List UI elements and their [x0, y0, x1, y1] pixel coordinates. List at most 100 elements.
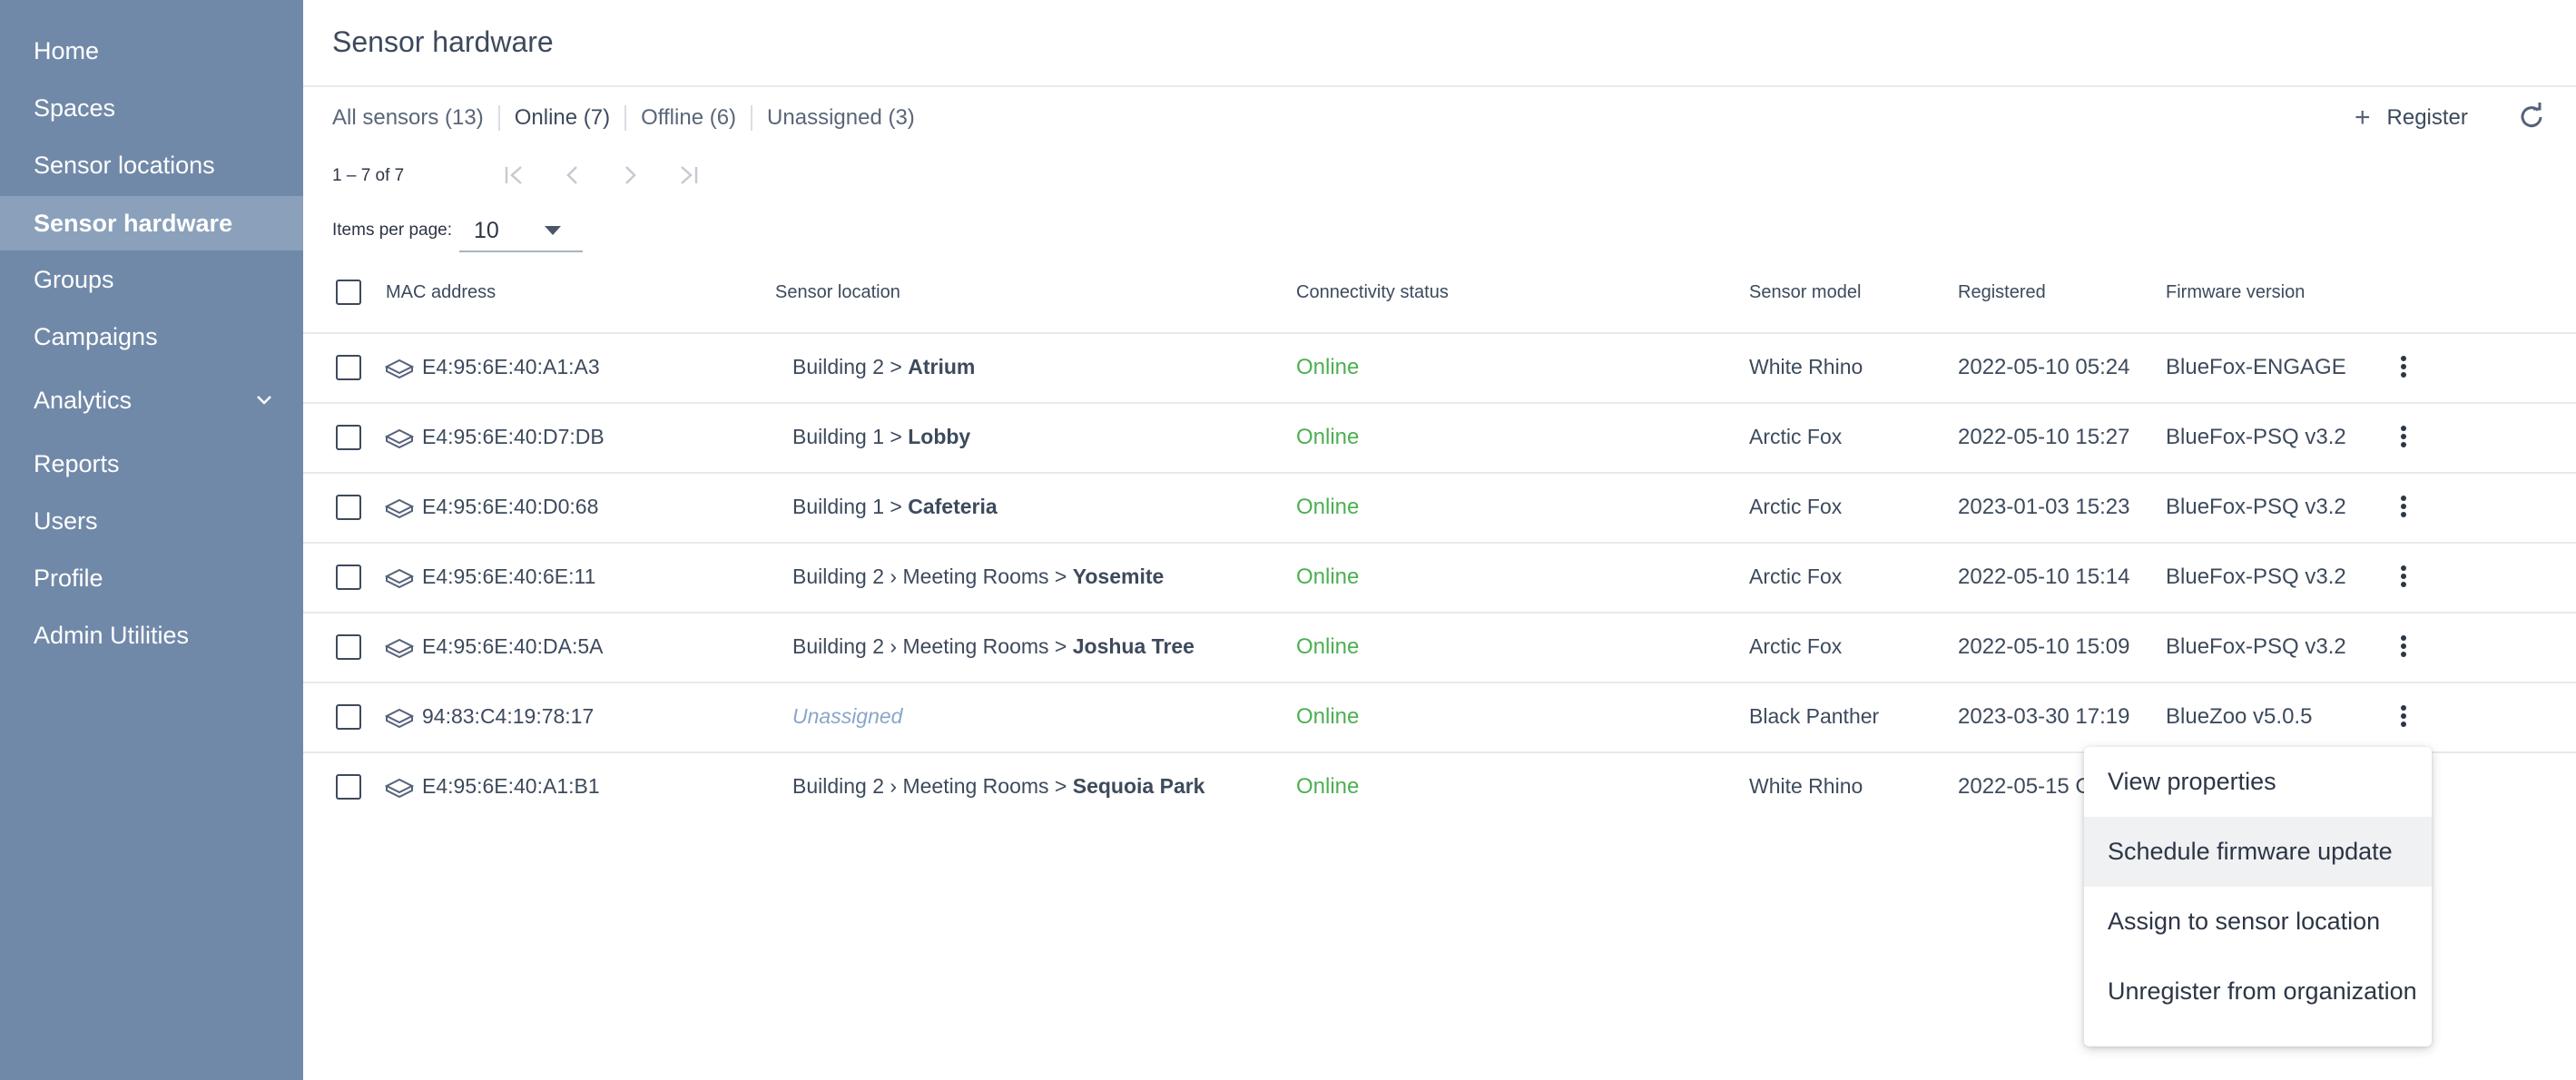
location-path: Building 2 › Meeting Rooms > [792, 634, 1073, 658]
sidebar-item-label: Groups [34, 265, 114, 293]
status-cell: Online [1296, 774, 1360, 799]
menu-item-view-properties[interactable]: View properties [2084, 747, 2432, 817]
sidebar-item-users[interactable]: Users [0, 495, 303, 547]
first-page-icon[interactable] [498, 160, 529, 191]
location-cell: Building 2 > Atrium [792, 355, 975, 379]
location-name: Lobby [908, 425, 971, 448]
tab-all-sensors[interactable]: All sensors (13) [332, 105, 498, 131]
menu-item-schedule-firmware-update[interactable]: Schedule firmware update [2084, 817, 2432, 887]
pagination-range: 1 – 7 of 7 [332, 166, 405, 185]
mac-cell: 94:83:C4:19:78:17 [422, 704, 595, 728]
menu-item-unregister[interactable]: Unregister from organization [2084, 957, 2432, 1026]
registered-cell: 2022-05-15 C [1958, 774, 2091, 799]
menu-item-assign-sensor-location[interactable]: Assign to sensor location [2084, 887, 2432, 957]
table-row[interactable]: 94:83:C4:19:78:17 Unassigned Online Black P… [303, 682, 2576, 752]
status-cell: Online [1296, 425, 1360, 449]
sensor-icon [385, 358, 414, 379]
row-checkbox[interactable] [336, 425, 361, 450]
mac-cell: E4:95:6E:40:A1:B1 [422, 774, 600, 798]
status-cell: Online [1296, 355, 1360, 379]
sensor-icon [385, 708, 414, 729]
sidebar-item-groups[interactable]: Groups [0, 253, 303, 306]
refresh-icon[interactable] [2516, 102, 2547, 133]
table-row[interactable]: E4:95:6E:40:D0:68 Building 1 > Cafeteria O… [303, 473, 2576, 543]
sidebar-item-analytics[interactable]: Analytics [0, 374, 303, 427]
sensor-icon [385, 498, 414, 519]
sidebar-item-label: Spaces [34, 93, 116, 122]
column-header-location[interactable]: Sensor location [775, 282, 900, 303]
more-vert-icon[interactable] [2394, 353, 2413, 384]
column-header-model[interactable]: Sensor model [1749, 282, 1861, 303]
more-vert-icon[interactable] [2394, 633, 2413, 663]
select-all-checkbox[interactable] [336, 280, 361, 305]
tab-unassigned[interactable]: Unassigned (3) [751, 105, 929, 131]
table-row[interactable]: E4:95:6E:40:DA:5A Building 2 › Meeting Ro… [303, 613, 2576, 682]
sidebar-item-label: Home [34, 36, 100, 64]
more-vert-icon[interactable] [2394, 702, 2413, 733]
row-checkbox[interactable] [336, 634, 361, 660]
location-cell: Building 1 > Lobby [792, 425, 970, 449]
firmware-cell: BlueZoo v5.0.5 [2166, 704, 2313, 729]
sidebar-item-profile[interactable]: Profile [0, 552, 303, 604]
sidebar-item-reports[interactable]: Reports [0, 437, 303, 490]
mac-cell: E4:95:6E:40:A1:A3 [422, 355, 600, 378]
caret-down-icon [545, 226, 561, 235]
status-cell: Online [1296, 495, 1360, 519]
sidebar-item-sensor-locations[interactable]: Sensor locations [0, 139, 303, 191]
table-row[interactable]: E4:95:6E:40:6E:11 Building 2 › Meeting Ro… [303, 543, 2576, 613]
mac-cell: E4:95:6E:40:DA:5A [422, 634, 604, 658]
items-per-page-select[interactable]: 10 [459, 211, 583, 252]
row-context-menu: View properties Schedule firmware update… [2084, 747, 2432, 1046]
mac-cell: E4:95:6E:40:D7:DB [422, 425, 605, 448]
row-checkbox[interactable] [336, 774, 361, 800]
column-header-mac[interactable]: MAC address [386, 282, 496, 303]
registered-cell: 2022-05-10 15:27 [1958, 425, 2130, 449]
column-header-registered[interactable]: Registered [1958, 282, 2046, 303]
row-checkbox[interactable] [336, 704, 361, 730]
previous-page-icon[interactable] [557, 160, 588, 191]
sidebar-item-sensor-hardware[interactable]: Sensor hardware [0, 196, 303, 250]
sidebar: Home Spaces Sensor locations Sensor hard… [0, 0, 303, 1080]
items-per-page-label: Items per page: [332, 221, 453, 240]
registered-cell: 2022-05-10 15:14 [1958, 565, 2130, 589]
sidebar-item-spaces[interactable]: Spaces [0, 82, 303, 134]
location-cell: Building 2 › Meeting Rooms > Yosemite [792, 565, 1164, 589]
row-checkbox[interactable] [336, 355, 361, 380]
sidebar-item-label: Sensor hardware [34, 209, 233, 237]
last-page-icon[interactable] [673, 160, 704, 191]
location-cell: Unassigned [792, 704, 903, 728]
status-cell: Online [1296, 634, 1360, 659]
sidebar-item-campaigns[interactable]: Campaigns [0, 310, 303, 363]
next-page-icon[interactable] [615, 160, 645, 191]
location-cell: Building 2 › Meeting Rooms > Joshua Tree [792, 634, 1195, 659]
chevron-down-icon[interactable] [256, 392, 272, 408]
sidebar-item-label: Admin Utilities [34, 621, 190, 649]
mac-cell: E4:95:6E:40:D0:68 [422, 495, 599, 518]
register-button[interactable]: + Register [2355, 103, 2468, 133]
column-header-status[interactable]: Connectivity status [1296, 282, 1449, 303]
tab-online[interactable]: Online (7) [497, 105, 624, 131]
sidebar-item-admin-utilities[interactable]: Admin Utilities [0, 609, 303, 662]
more-vert-icon[interactable] [2394, 423, 2413, 454]
sidebar-item-home[interactable]: Home [0, 25, 303, 77]
firmware-cell: BlueFox-PSQ v3.2.4 [2166, 495, 2347, 519]
row-checkbox[interactable] [336, 495, 361, 520]
status-cell: Online [1296, 565, 1360, 589]
row-checkbox[interactable] [336, 565, 361, 590]
model-cell: Arctic Fox [1749, 425, 1843, 448]
registered-cell: 2022-05-10 15:09 [1958, 634, 2130, 659]
tab-offline[interactable]: Offline (6) [624, 105, 751, 131]
sidebar-item-label: Sensor locations [34, 151, 215, 179]
model-cell: Arctic Fox [1749, 565, 1843, 588]
table-row[interactable]: E4:95:6E:40:D7:DB Building 1 > Lobby Onlin… [303, 403, 2576, 473]
model-cell: White Rhino [1749, 774, 1863, 798]
model-cell: Arctic Fox [1749, 634, 1843, 658]
column-header-firmware[interactable]: Firmware version [2166, 282, 2305, 303]
plus-icon: + [2355, 103, 2371, 133]
more-vert-icon[interactable] [2394, 563, 2413, 594]
table-row[interactable]: E4:95:6E:40:A1:A3 Building 2 > Atrium Onli… [303, 333, 2576, 403]
registered-cell: 2023-01-03 15:23 [1958, 495, 2130, 519]
more-vert-icon[interactable] [2394, 493, 2413, 524]
location-name: Joshua Tree [1072, 634, 1195, 658]
header-divider [303, 85, 2576, 87]
